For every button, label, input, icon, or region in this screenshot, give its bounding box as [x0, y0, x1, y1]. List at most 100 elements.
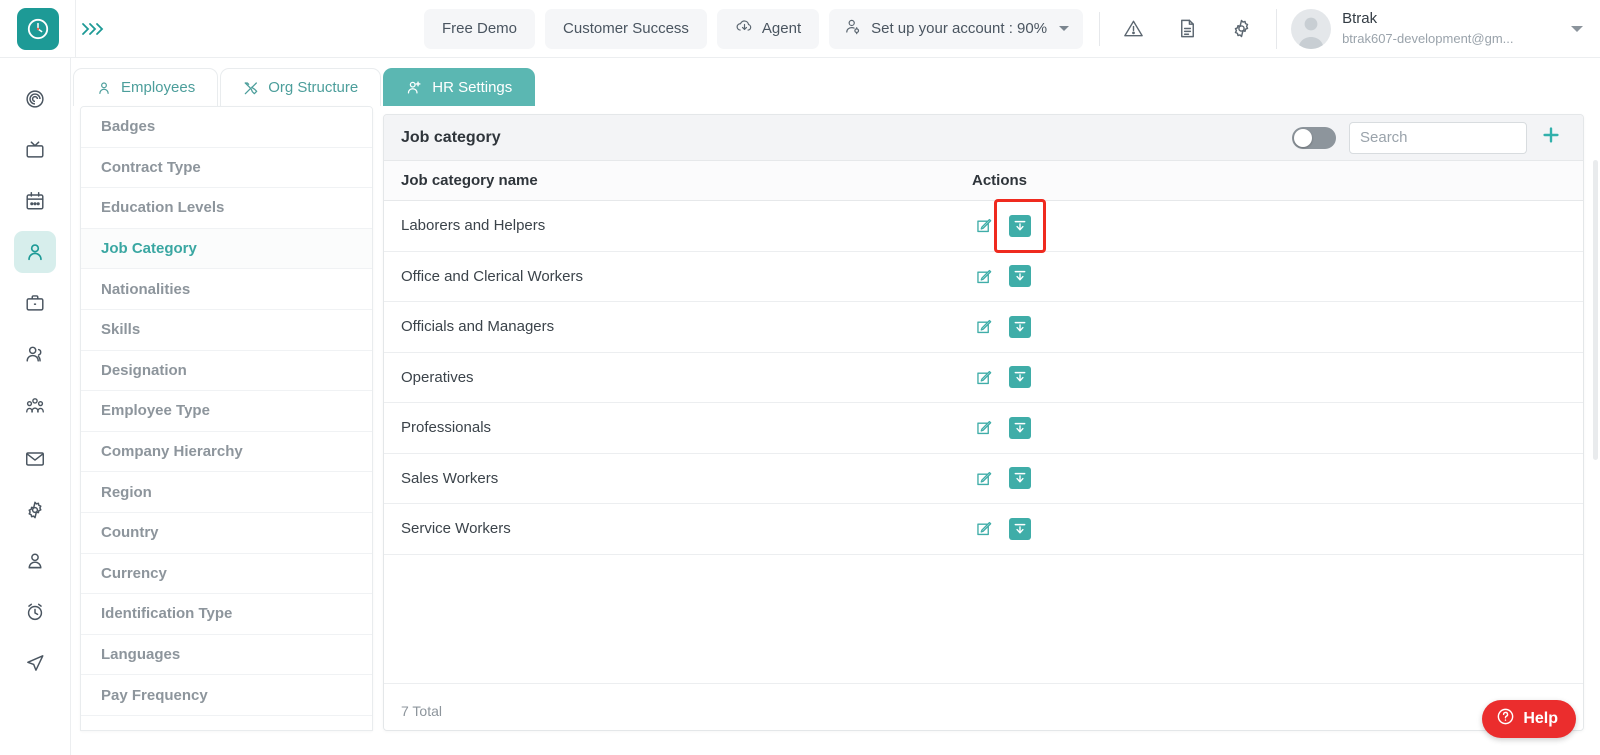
rail-item-org-group[interactable] — [14, 384, 56, 426]
profile-email: btrak607-development@gm... — [1342, 30, 1514, 46]
edit-pencil-icon[interactable] — [972, 518, 994, 540]
sidebar-item-employee-type[interactable]: Employee Type — [81, 391, 372, 432]
user-settings-icon — [406, 79, 423, 96]
gear-icon[interactable] — [1214, 0, 1268, 58]
edit-pencil-icon[interactable] — [972, 467, 994, 489]
rail-item-gear[interactable] — [14, 489, 56, 531]
toggle-knob — [1294, 128, 1312, 147]
profile-name: Btrak — [1342, 10, 1378, 27]
add-job-category-button[interactable] — [1531, 118, 1571, 158]
app-logo[interactable] — [0, 0, 75, 58]
table-row[interactable]: Laborers and Helpers — [384, 198, 1583, 253]
help-label: Help — [1523, 710, 1558, 727]
sidebar-item-pay-frequency[interactable]: Pay Frequency — [81, 675, 372, 716]
archive-download-icon[interactable] — [1009, 467, 1031, 490]
sidebar-item-designation[interactable]: Designation — [81, 350, 372, 392]
cell-actions — [972, 265, 1583, 288]
clock-dial-logo[interactable] — [16, 7, 59, 50]
sidebar-item-contract-type[interactable]: Contract Type — [81, 147, 372, 189]
plus-icon — [1540, 124, 1562, 151]
person-icon — [96, 80, 112, 96]
cell-actions — [972, 198, 1583, 253]
sidebar-item-education-levels[interactable]: Education Levels — [81, 188, 372, 229]
table-row[interactable]: Sales Workers — [384, 453, 1583, 504]
archive-download-icon[interactable] — [1009, 315, 1031, 338]
help-button[interactable]: Help — [1482, 700, 1576, 738]
sidebar-item-languages[interactable]: Languages — [81, 634, 372, 676]
edit-pencil-icon[interactable] — [972, 316, 994, 338]
rail-item-paper-plane[interactable] — [14, 642, 56, 684]
edit-pencil-icon[interactable] — [972, 417, 994, 439]
sidebar-item-job-category[interactable]: Job Category — [81, 228, 372, 270]
column-header-actions: Actions — [972, 172, 1028, 189]
tab-hr-settings-label: HR Settings — [432, 79, 513, 96]
cell-job-category-name: Operatives — [401, 368, 474, 386]
user-profile-menu[interactable]: Btrak btrak607-development@gm... — [1283, 0, 1596, 58]
sidebar-item-currency[interactable]: Currency — [81, 553, 372, 595]
sidebar-item-nationalities[interactable]: Nationalities — [81, 269, 372, 310]
panel-header: Job category — [384, 115, 1583, 161]
cell-job-category-name: Sales Workers — [401, 469, 499, 487]
rail-item-people[interactable] — [14, 333, 56, 375]
document-icon[interactable] — [1160, 0, 1214, 58]
account-setup-label: Set up your account : 90% — [871, 20, 1048, 37]
customer-success-label: Customer Success — [563, 20, 689, 37]
table-row[interactable]: Operatives — [384, 352, 1583, 403]
agent-label: Agent — [761, 20, 802, 37]
cell-actions — [972, 517, 1583, 540]
sidebar-item-country[interactable]: Country — [81, 512, 372, 554]
table-row[interactable]: Office and Clerical Workers — [384, 251, 1583, 302]
table-footer: 7 Total — [384, 682, 1583, 730]
rail-item-briefcase[interactable] — [14, 282, 56, 324]
archive-download-icon[interactable] — [1009, 416, 1031, 439]
archived-toggle[interactable] — [1292, 126, 1336, 149]
sidebar-collapse-toggle[interactable] — [75, 0, 109, 58]
rail-item-target[interactable] — [14, 78, 56, 120]
table-row[interactable]: Service Workers — [384, 504, 1583, 555]
rail-item-person[interactable] — [14, 231, 56, 273]
table-row[interactable]: Officials and Managers — [384, 302, 1583, 353]
cell-actions — [972, 416, 1583, 439]
edit-pencil-icon[interactable] — [972, 215, 994, 237]
left-icon-rail — [0, 58, 71, 755]
vertical-scrollbar[interactable] — [1593, 160, 1598, 460]
user-gear-icon — [843, 17, 862, 40]
rail-item-calendar[interactable] — [14, 180, 56, 222]
main-tab-bar: Employees Org Structure HR Settings — [73, 68, 537, 106]
archive-download-icon[interactable] — [1009, 517, 1031, 540]
table-row[interactable]: Professionals — [384, 403, 1583, 454]
search-input[interactable] — [1349, 121, 1527, 154]
edit-pencil-icon[interactable] — [972, 366, 994, 388]
sidebar-item-region[interactable]: Region — [81, 472, 372, 513]
chevron-down-icon[interactable] — [1570, 25, 1583, 32]
cell-job-category-name: Laborers and Helpers — [401, 217, 546, 235]
tab-org-structure[interactable]: Org Structure — [220, 68, 382, 106]
customer-success-button[interactable]: Customer Success — [545, 8, 707, 49]
header-divider-2 — [1276, 8, 1278, 49]
avatar — [1291, 8, 1332, 49]
edit-pencil-icon[interactable] — [972, 265, 994, 287]
account-setup-button[interactable]: Set up your account : 90% — [829, 8, 1084, 49]
free-demo-button[interactable]: Free Demo — [424, 8, 536, 49]
hr-settings-sidebar[interactable]: Badges Contract Type Education Levels Jo… — [80, 106, 373, 731]
rail-item-alarm-clock[interactable] — [14, 591, 56, 633]
sidebar-item-badges[interactable]: Badges — [81, 107, 372, 148]
agent-button[interactable]: Agent — [716, 8, 820, 49]
cell-actions — [972, 467, 1583, 490]
sidebar-item-identification-type[interactable]: Identification Type — [81, 594, 372, 635]
rail-item-tv[interactable] — [14, 129, 56, 171]
archive-download-icon[interactable] — [1009, 214, 1031, 237]
sidebar-item-skills[interactable]: Skills — [81, 309, 372, 351]
free-demo-label: Free Demo — [442, 20, 518, 37]
tab-employees[interactable]: Employees — [73, 68, 219, 106]
archive-download-icon[interactable] — [1009, 366, 1031, 389]
cloud-download-icon — [735, 17, 754, 40]
archive-download-icon[interactable] — [1009, 265, 1031, 288]
header-divider — [1099, 11, 1101, 46]
rail-item-mail[interactable] — [14, 438, 56, 480]
warning-triangle-icon[interactable] — [1106, 0, 1160, 58]
sidebar-item-company-hierarchy[interactable]: Company Hierarchy — [81, 431, 372, 473]
tab-org-structure-label: Org Structure — [268, 79, 359, 96]
rail-item-user-badge[interactable] — [14, 540, 56, 582]
tab-hr-settings[interactable]: HR Settings — [383, 68, 536, 106]
